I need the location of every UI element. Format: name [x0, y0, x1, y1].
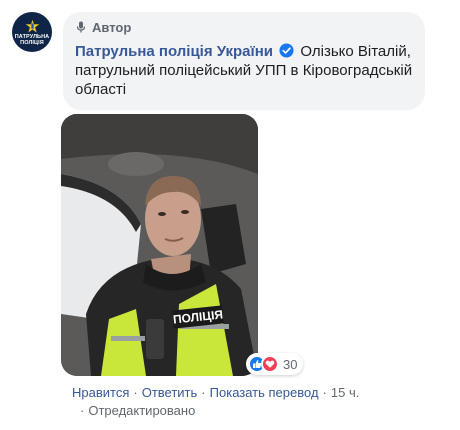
love-reaction-icon	[261, 355, 279, 373]
edited-row: · Отредактировано	[76, 402, 442, 420]
reactions-summary[interactable]: 30	[246, 353, 304, 375]
reaction-count: 30	[283, 356, 298, 372]
comment-bubble: Автор Патрульна поліція України Олізько …	[63, 12, 425, 110]
separator-dot: ·	[322, 385, 327, 400]
timestamp-link[interactable]: 15 ч.	[331, 385, 359, 400]
author-badge: Автор	[75, 18, 413, 36]
comment-body: Патрульна поліція України Олізько Віталі…	[75, 42, 413, 99]
police-emblem-icon	[25, 19, 39, 32]
page-avatar[interactable]: ПАТРУЛЬНА ПОЛІЦІЯ	[12, 12, 52, 52]
page-name-link[interactable]: Патрульна поліція України	[75, 43, 273, 60]
translate-link[interactable]: Показать перевод	[210, 385, 319, 400]
separator-dot: ·	[201, 385, 206, 400]
edited-label[interactable]: Отредактировано	[88, 403, 195, 418]
comment-actions: Нравится · Ответить · Показать перевод · 15 ч.…	[72, 384, 442, 420]
author-badge-label: Автор	[92, 19, 132, 35]
verified-badge-icon	[279, 43, 294, 58]
avatar-label-2: ПОЛІЦІЯ	[20, 39, 44, 46]
reply-link[interactable]: Ответить	[142, 385, 198, 400]
microphone-icon	[76, 21, 86, 33]
separator-dot: ·	[80, 403, 85, 418]
officer-photo: ПОЛІЦІЯ	[61, 114, 258, 376]
separator-dot: ·	[133, 385, 138, 400]
comment-photo[interactable]: ПОЛІЦІЯ	[61, 114, 258, 376]
like-link[interactable]: Нравится	[72, 385, 129, 400]
